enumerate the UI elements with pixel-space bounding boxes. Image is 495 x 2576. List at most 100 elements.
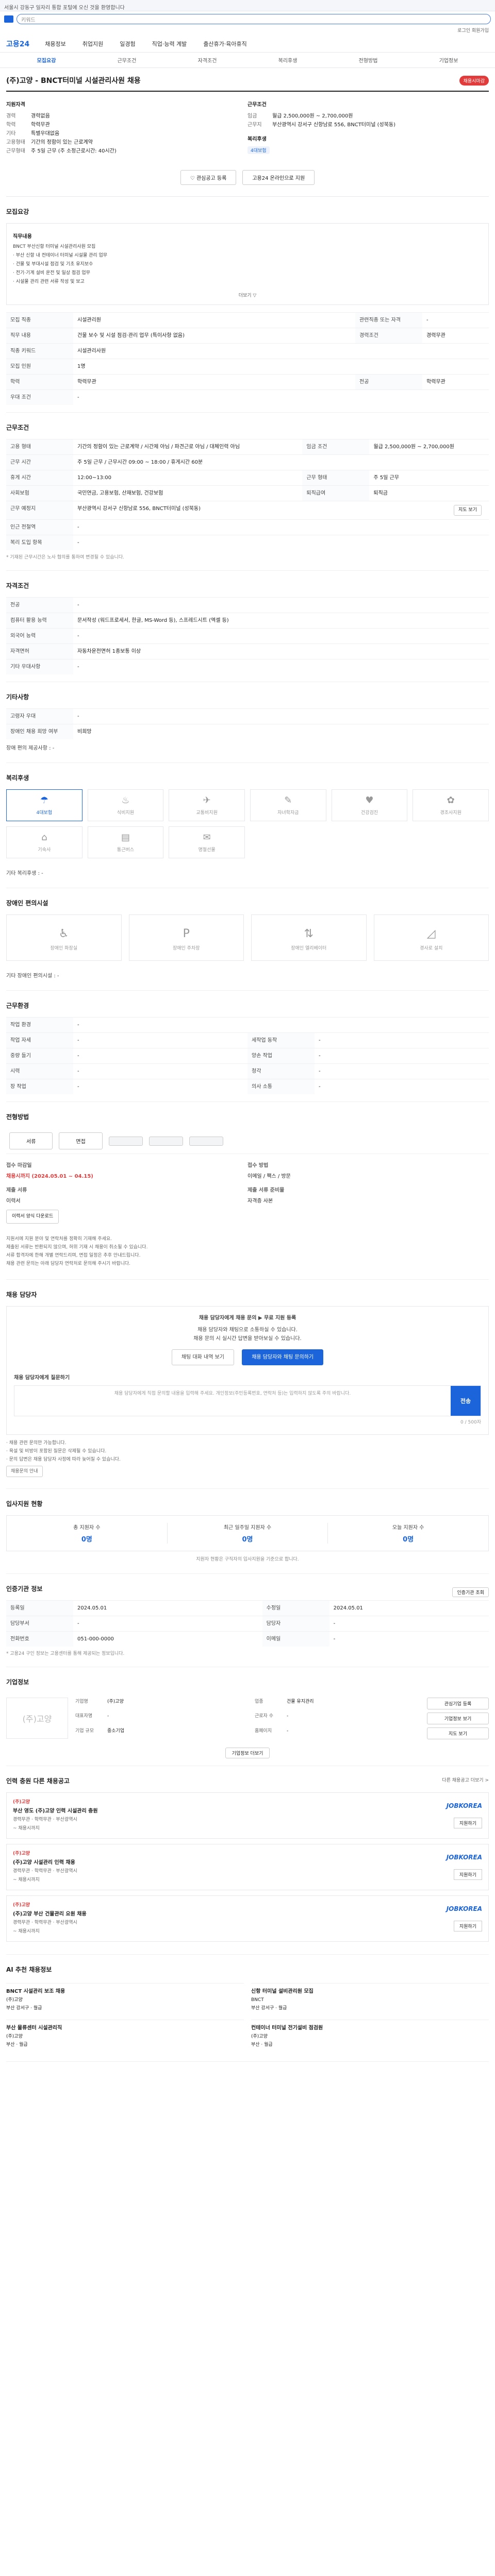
logo-mark xyxy=(4,15,13,23)
welfare-item: ♨ 식비지원 xyxy=(87,789,164,821)
welfare-section: 복리후생 ☂ 4대보험 ♨ 식비지원 ✈ 교통비지원 ✎ 자녀학자금 ♥ 건강검진 ✿ 경조… xyxy=(6,763,489,888)
transport-icon: ✈ xyxy=(203,795,211,806)
tab-process[interactable]: 전형방법 xyxy=(328,56,408,64)
summary-value: 특별우대없음 xyxy=(31,131,60,137)
recommend-item[interactable]: BNCT 시설관리 보조 채용 (주)고양 부산 강서구 · 월급 xyxy=(6,1983,244,2012)
list-item[interactable]: (주)고양 부산 영도 (주)고양 인력 시설관리 충원 경력무관 · 학력무관… xyxy=(6,1792,489,1839)
rec-title[interactable]: 컨테이너 터미널 전기설비 점검원 xyxy=(251,2024,489,2032)
more-button[interactable]: 더보기 ▽ xyxy=(13,286,482,298)
table-row: 사회보험 국민연금, 고용보험, 산재보험, 건강보험 퇴직급여 퇴직금 xyxy=(6,485,489,501)
print-button[interactable]: 인증기관 조회 xyxy=(452,1587,489,1597)
form-download-button[interactable]: 이력서 양식 다운로드 xyxy=(6,1210,59,1224)
tab-recruit[interactable]: 모집요강 xyxy=(6,56,87,64)
parking-icon: P xyxy=(183,927,190,940)
menu-item[interactable]: 채용정보 xyxy=(45,40,65,48)
rec-meta: 부산 강서구 · 월급 xyxy=(6,2006,42,2011)
interest-company-button[interactable]: 관심기업 등록 xyxy=(427,1698,489,1709)
summary-key: 근무지 xyxy=(248,122,262,128)
apply-button[interactable]: 지원하기 xyxy=(453,1869,482,1880)
table-row: 복리 도입 항목 - xyxy=(6,535,489,550)
summary-key: 학력 xyxy=(6,122,16,128)
row-key: 직무 내용 xyxy=(6,328,73,344)
row-value: 학력무관 xyxy=(422,374,489,390)
bullet-line: 지원서에 지원 분야 및 연락처를 정확히 기재해 주세요. xyxy=(6,1236,112,1242)
section-title: AI 추천 채용정보 xyxy=(6,1966,52,1973)
summary-row: 근무지 부산광역시 강서구 신항남로 556, BNCT터미널 (성북동) xyxy=(248,121,489,129)
apply-online-button[interactable]: 고용24 온라인으로 지원 xyxy=(242,170,315,185)
section-title: 복리후생 xyxy=(6,774,29,782)
disabled-icon-grid: ♿ 장애인 화장실 P 장애인 주차장 ⇅ 장애인 엘리베이터 ◿ 경사로 설치 xyxy=(6,914,489,961)
qa-guide-button[interactable]: 채용문의 안내 xyxy=(6,1466,43,1477)
util-links[interactable]: 로그인 회원가입 xyxy=(0,27,495,35)
menu-item[interactable]: 출산휴가·육아휴직 xyxy=(203,40,246,48)
row-value: 경력무관 xyxy=(422,328,489,344)
company-info-button[interactable]: 기업정보 보기 xyxy=(427,1713,489,1724)
chat-ask-button[interactable]: 채용 담당자와 채팅 문의하기 xyxy=(242,1349,324,1365)
rec-title[interactable]: 부산 물류센터 시설관리직 xyxy=(6,2024,244,2032)
summary-value: 주 5일 근무 (주 소정근로시간: 40시간) xyxy=(31,148,117,154)
chat-history-button[interactable]: 채팅 대화 내역 보기 xyxy=(171,1349,234,1365)
facility-label: 장애인 주차장 xyxy=(172,946,200,951)
recommend-item[interactable]: 신항 터미널 설비관리원 모집 BNCT 부산 강서구 · 월급 xyxy=(251,1983,489,2012)
job-title-bar: (주)고양 - BNCT터미널 시설관리사원 채용 채용시마감 xyxy=(6,68,489,92)
stat-item: 최근 일주일 지원자 수 0명 xyxy=(168,1523,328,1544)
summary-right-title2: 복리후생 xyxy=(248,137,267,142)
tab-work[interactable]: 근무조건 xyxy=(87,56,167,64)
row-value: - xyxy=(73,1048,248,1064)
recommend-item[interactable]: 컨테이너 터미널 전기설비 점검원 (주)고양 부산 · 월급 xyxy=(251,2020,489,2049)
tab-welfare[interactable]: 복리후생 xyxy=(248,56,328,64)
summary-row: 임금 월급 2,500,000원 ~ 2,700,000원 xyxy=(248,112,489,121)
list-date: ~ 채용시까지 xyxy=(13,1929,40,1934)
menu-item[interactable]: 일경험 xyxy=(120,40,135,48)
util-links-text[interactable]: 로그인 회원가입 xyxy=(457,28,489,33)
docs-value: 이력서 xyxy=(6,1198,21,1204)
summary-key: 기타 xyxy=(6,131,16,137)
recommend-item[interactable]: 부산 물류센터 시설관리직 (주)고양 부산 · 월급 xyxy=(6,2020,244,2049)
apply-button[interactable]: 지원하기 xyxy=(453,1818,482,1828)
row-key: 사회보험 xyxy=(6,485,73,501)
stat-row: 총 지원자 수 0명 최근 일주일 지원자 수 0명 오늘 지원자 수 0명 xyxy=(6,1515,489,1551)
rec-company: BNCT xyxy=(251,1997,264,2003)
brand-logo[interactable]: 고용24 xyxy=(6,39,29,49)
menu-item[interactable]: 취업지원 xyxy=(82,40,103,48)
rec-title[interactable]: BNCT 시설관리 보조 채용 xyxy=(6,1988,244,1996)
row-value: 2024.05.01 xyxy=(73,1600,262,1616)
list-item[interactable]: (주)고양 (주)고양 시설관리 인력 채용 경력무관 · 학력무관 · 부산광… xyxy=(6,1844,489,1890)
map-button[interactable]: 지도 보기 xyxy=(454,505,482,516)
send-button[interactable]: 전송 xyxy=(451,1386,481,1416)
table-row: 시력 - 청각 - xyxy=(6,1063,489,1079)
welfare-item: ✎ 자녀학자금 xyxy=(250,789,326,821)
table-row: 기타 우대사항 - xyxy=(6,659,489,674)
table-row: 직무 내용 건물 보수 및 시설 점검·관리 업무 (특이사항 없음) 경력조건 경력… xyxy=(6,328,489,344)
row-key: 인근 전철역 xyxy=(6,519,73,535)
row-value: - xyxy=(73,535,489,550)
apply-button[interactable]: 지원하기 xyxy=(453,1921,482,1931)
elevator-icon: ⇅ xyxy=(304,927,314,940)
summary-right-title: 근무조건 xyxy=(248,102,267,108)
status-section: 입사지원 현황 총 지원자 수 0명 최근 일주일 지원자 수 0명 오늘 지원자 … xyxy=(6,1489,489,1574)
summary-value: 월급 2,500,000원 ~ 2,700,000원 xyxy=(272,113,353,119)
deadline-value: 채용시까지 (2024.05.01 ~ 04.15) xyxy=(6,1174,93,1179)
menu-item[interactable]: 직업·능력 계발 xyxy=(152,40,187,48)
flower-icon: ✿ xyxy=(447,795,455,806)
facility-label: 장애인 화장실 xyxy=(50,946,78,951)
tab-qual[interactable]: 자격조건 xyxy=(167,56,248,64)
company-map-button[interactable]: 지도 보기 xyxy=(427,1727,489,1739)
interest-button[interactable]: ♡ 관심공고 등록 xyxy=(180,170,237,185)
list-title[interactable]: (주)고양 부산 건물관리 요원 채용 xyxy=(13,1910,405,1919)
section-tabs: 모집요강 근무조건 자격조건 복리후생 전형방법 기업정보 xyxy=(0,53,495,68)
list-title[interactable]: 부산 영도 (주)고양 인력 시설관리 충원 xyxy=(13,1807,405,1816)
question-input[interactable]: 채용 담당자에게 직접 문의할 내용을 입력해 주세요. 개인정보(주민등록번호… xyxy=(14,1386,451,1416)
search-input[interactable]: 키워드 xyxy=(16,14,491,24)
company-more-button[interactable]: 기업정보 더보기 xyxy=(225,1748,270,1758)
more-jobs-link[interactable]: 다른 채용공고 더보기 > xyxy=(442,1776,489,1792)
table-row: 근무 예정지 부산광역시 강서구 신항남로 556, BNCT터미널 (성북동) 지… xyxy=(6,501,489,520)
row-key: 전공 xyxy=(355,374,423,390)
tab-company[interactable]: 기업정보 xyxy=(408,56,489,64)
method-title: 접수 방법 xyxy=(248,1163,269,1168)
list-item[interactable]: (주)고양 (주)고양 부산 건물관리 요원 채용 경력무관 · 학력무관 · … xyxy=(6,1895,489,1942)
list-date: ~ 채용시까지 xyxy=(13,1877,40,1883)
list-title[interactable]: (주)고양 시설관리 인력 채용 xyxy=(13,1858,405,1867)
qa-section: 채용 담당자 채용 담당자에게 채용 문의 ▶ 무료 지원 등록 채용 담당자와… xyxy=(6,1280,489,1489)
rec-title[interactable]: 신항 터미널 설비관리원 모집 xyxy=(251,1988,489,1996)
